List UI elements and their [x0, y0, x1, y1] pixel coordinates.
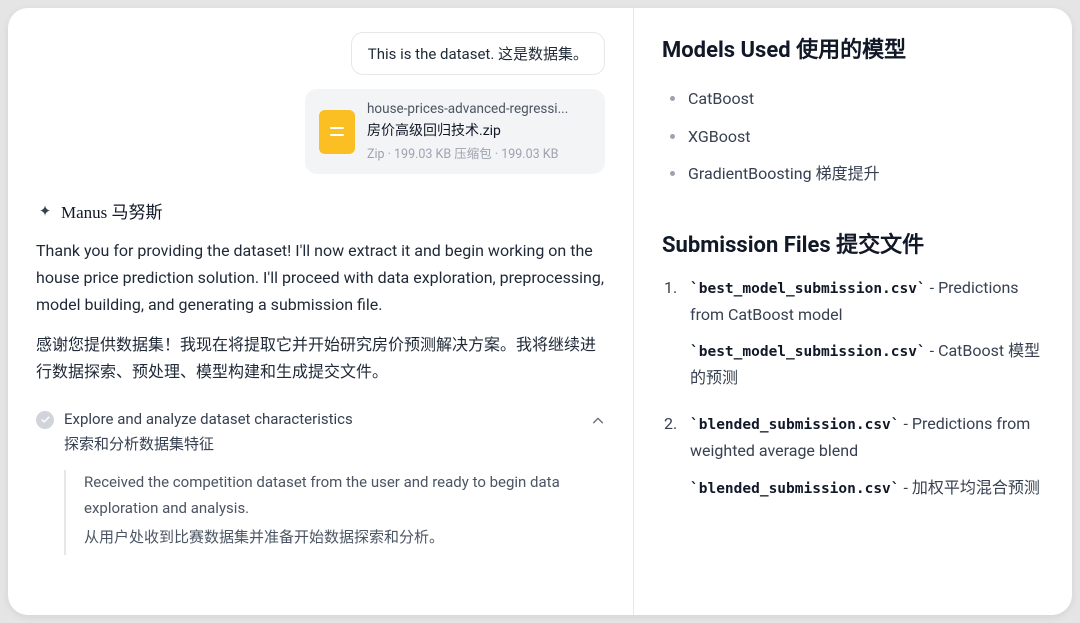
file-name-zh: 房价高级回归技术.zip — [367, 120, 589, 140]
assistant-text-zh: 感谢您提供数据集！我现在将提取它并开始研究房价预测解决方案。我将继续进行数据探索… — [36, 331, 605, 385]
info-pane: Models Used 使用的模型 CatBoost XGBoost Gradi… — [633, 8, 1072, 615]
submission-heading: Submission Files 提交文件 — [662, 227, 1044, 259]
chevron-up-icon[interactable] — [591, 413, 605, 432]
file-code: `blended_submission.csv` — [690, 417, 900, 433]
file-size-meta: Zip · 199.03 KB 压缩包 · 199.03 KB — [367, 143, 589, 162]
task-sub-en: Received the competition dataset from th… — [84, 470, 605, 521]
list-item: XGBoost — [666, 118, 1044, 156]
task-substep: Received the competition dataset from th… — [64, 470, 605, 555]
file-code: `best_model_submission.csv` — [690, 344, 926, 360]
file-desc: - 加权平均混合预测 — [900, 478, 1040, 497]
assistant-text-en: Thank you for providing the dataset! I'l… — [36, 237, 605, 319]
file-code: `blended_submission.csv` — [690, 481, 900, 497]
file-meta: house-prices-advanced-regressi... 房价高级回归… — [367, 101, 589, 162]
file-attachment-card[interactable]: house-prices-advanced-regressi... 房价高级回归… — [305, 89, 605, 174]
zip-file-icon — [319, 110, 355, 154]
task-title-en: Explore and analyze dataset characterist… — [64, 407, 353, 432]
manus-logo-icon: ✦ — [36, 202, 54, 220]
submission-list: `best_model_submission.csv` - Prediction… — [662, 275, 1044, 502]
chat-pane: This is the dataset. 这是数据集。 house-prices… — [8, 8, 633, 615]
user-message-text: This is the dataset. 这是数据集。 — [368, 45, 588, 63]
assistant-name: Manus 马努斯 — [61, 198, 163, 223]
file-name-en: house-prices-advanced-regressi... — [367, 101, 589, 117]
list-item: GradientBoosting 梯度提升 — [666, 155, 1044, 193]
app-window: This is the dataset. 这是数据集。 house-prices… — [8, 8, 1072, 615]
file-code: `best_model_submission.csv` — [690, 281, 926, 297]
task-item[interactable]: Explore and analyze dataset characterist… — [36, 407, 605, 457]
assistant-message: Thank you for providing the dataset! I'l… — [36, 237, 605, 397]
models-heading: Models Used 使用的模型 — [662, 32, 1044, 64]
list-item: CatBoost — [666, 80, 1044, 118]
user-message-bubble: This is the dataset. 这是数据集。 — [351, 32, 605, 75]
assistant-header: ✦ Manus 马努斯 — [36, 198, 605, 223]
task-title-block: Explore and analyze dataset characterist… — [64, 407, 353, 457]
task-sub-zh: 从用户处收到比赛数据集并准备开始数据探索和分析。 — [84, 525, 605, 551]
task-status-check-icon — [36, 411, 54, 429]
models-list: CatBoost XGBoost GradientBoosting 梯度提升 — [662, 80, 1044, 193]
list-item: `best_model_submission.csv` - Prediction… — [664, 275, 1044, 392]
list-item: `blended_submission.csv` - Predictions f… — [664, 411, 1044, 501]
task-title-zh: 探索和分析数据集特征 — [64, 432, 353, 457]
